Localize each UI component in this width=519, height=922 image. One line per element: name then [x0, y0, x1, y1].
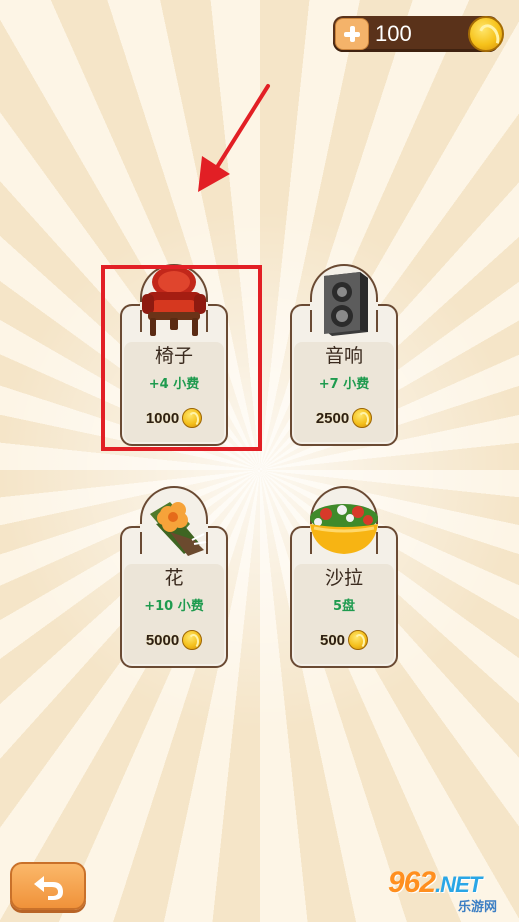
plus-icon[interactable]: [335, 18, 369, 50]
flower-bouquet-icon: [150, 502, 207, 556]
item-name: 花: [164, 567, 184, 589]
item-price: 5000: [145, 631, 180, 649]
price-row: 5000: [120, 628, 228, 652]
coin-icon: [182, 630, 203, 650]
item-price: 2500: [315, 409, 350, 427]
item-name: 沙拉: [324, 567, 363, 589]
highlight-box-annotation: [101, 265, 262, 451]
watermark-subtitle: 乐游网: [458, 900, 498, 915]
red-arrow-annotation: [198, 84, 270, 192]
back-arrow-icon: [34, 876, 63, 900]
shop-screen: 100 椅子 +4 小费 1000 音响 +7 小费 2500 花 +10 小费…: [0, 0, 519, 922]
gold-coin-icon: [468, 16, 504, 52]
shop-item-flower[interactable]: 花 +10 小费 5000: [120, 486, 228, 668]
watermark-logo: 962.NET 乐游网: [378, 866, 514, 916]
shop-item-salad[interactable]: 沙拉 5盘 500: [290, 486, 398, 668]
item-name: 音响: [324, 345, 363, 367]
speaker-icon: [324, 272, 368, 336]
item-effect: +7 小费: [318, 377, 370, 392]
shop-item-speaker[interactable]: 音响 +7 小费 2500: [290, 264, 398, 446]
coin-count: 100: [375, 21, 412, 46]
price-row: 500: [290, 628, 398, 652]
coin-icon: [352, 408, 373, 428]
item-price: 500: [319, 631, 346, 649]
price-row: 2500: [290, 406, 398, 430]
item-effect: +10 小费: [144, 599, 204, 614]
coin-icon: [348, 630, 369, 650]
item-effect: 5盘: [332, 599, 356, 614]
watermark-text: 962.NET: [388, 866, 482, 899]
back-button[interactable]: [10, 862, 86, 910]
salad-bowl-icon: [310, 504, 378, 554]
